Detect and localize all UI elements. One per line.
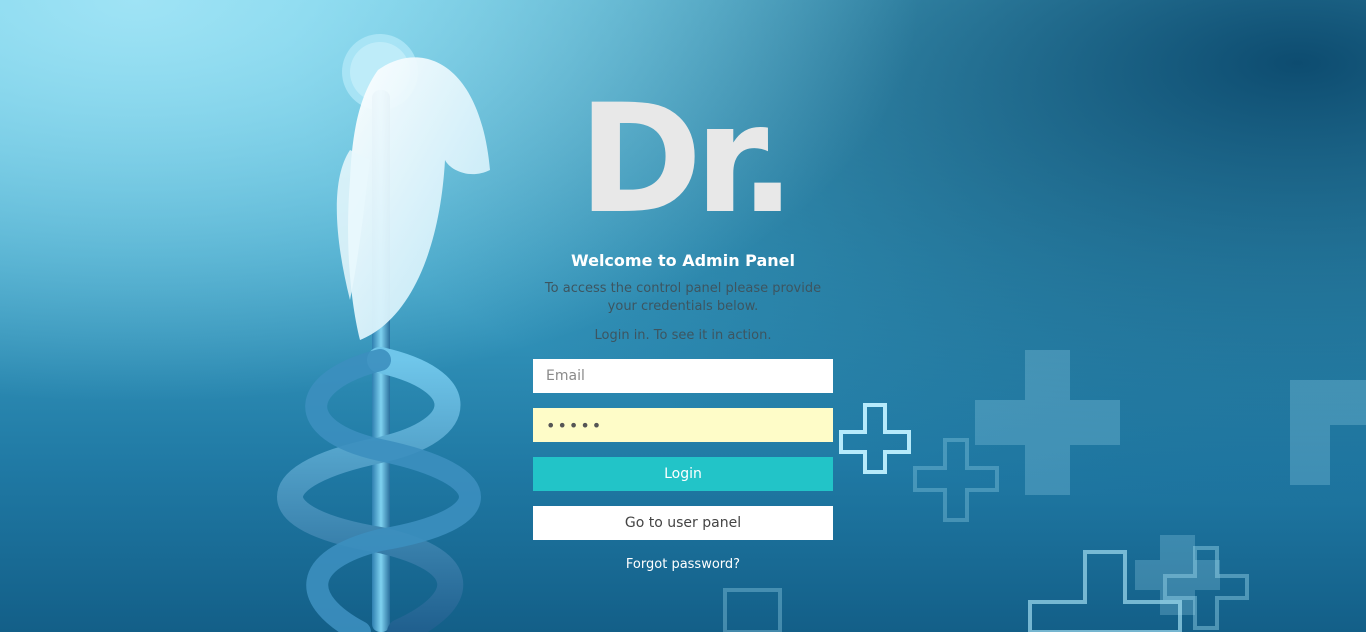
medical-cross-icon <box>839 403 911 474</box>
password-input[interactable] <box>533 408 833 442</box>
login-page: Dr. Welcome to Admin Panel To access the… <box>0 0 1366 632</box>
forgot-password-link[interactable]: Forgot password? <box>533 556 833 574</box>
login-button[interactable]: Login <box>533 457 833 491</box>
caduceus-icon <box>277 34 490 632</box>
welcome-title: Welcome to Admin Panel <box>571 251 795 270</box>
login-description: To access the control panel please provi… <box>544 281 822 314</box>
login-hint: Login in. To see it in action. <box>594 328 772 343</box>
user-panel-button[interactable]: Go to user panel <box>533 506 833 540</box>
brand-logo: Dr. <box>577 73 796 247</box>
email-input[interactable] <box>533 359 833 393</box>
login-form: Dr. Welcome to Admin Panel To access the… <box>533 80 833 574</box>
